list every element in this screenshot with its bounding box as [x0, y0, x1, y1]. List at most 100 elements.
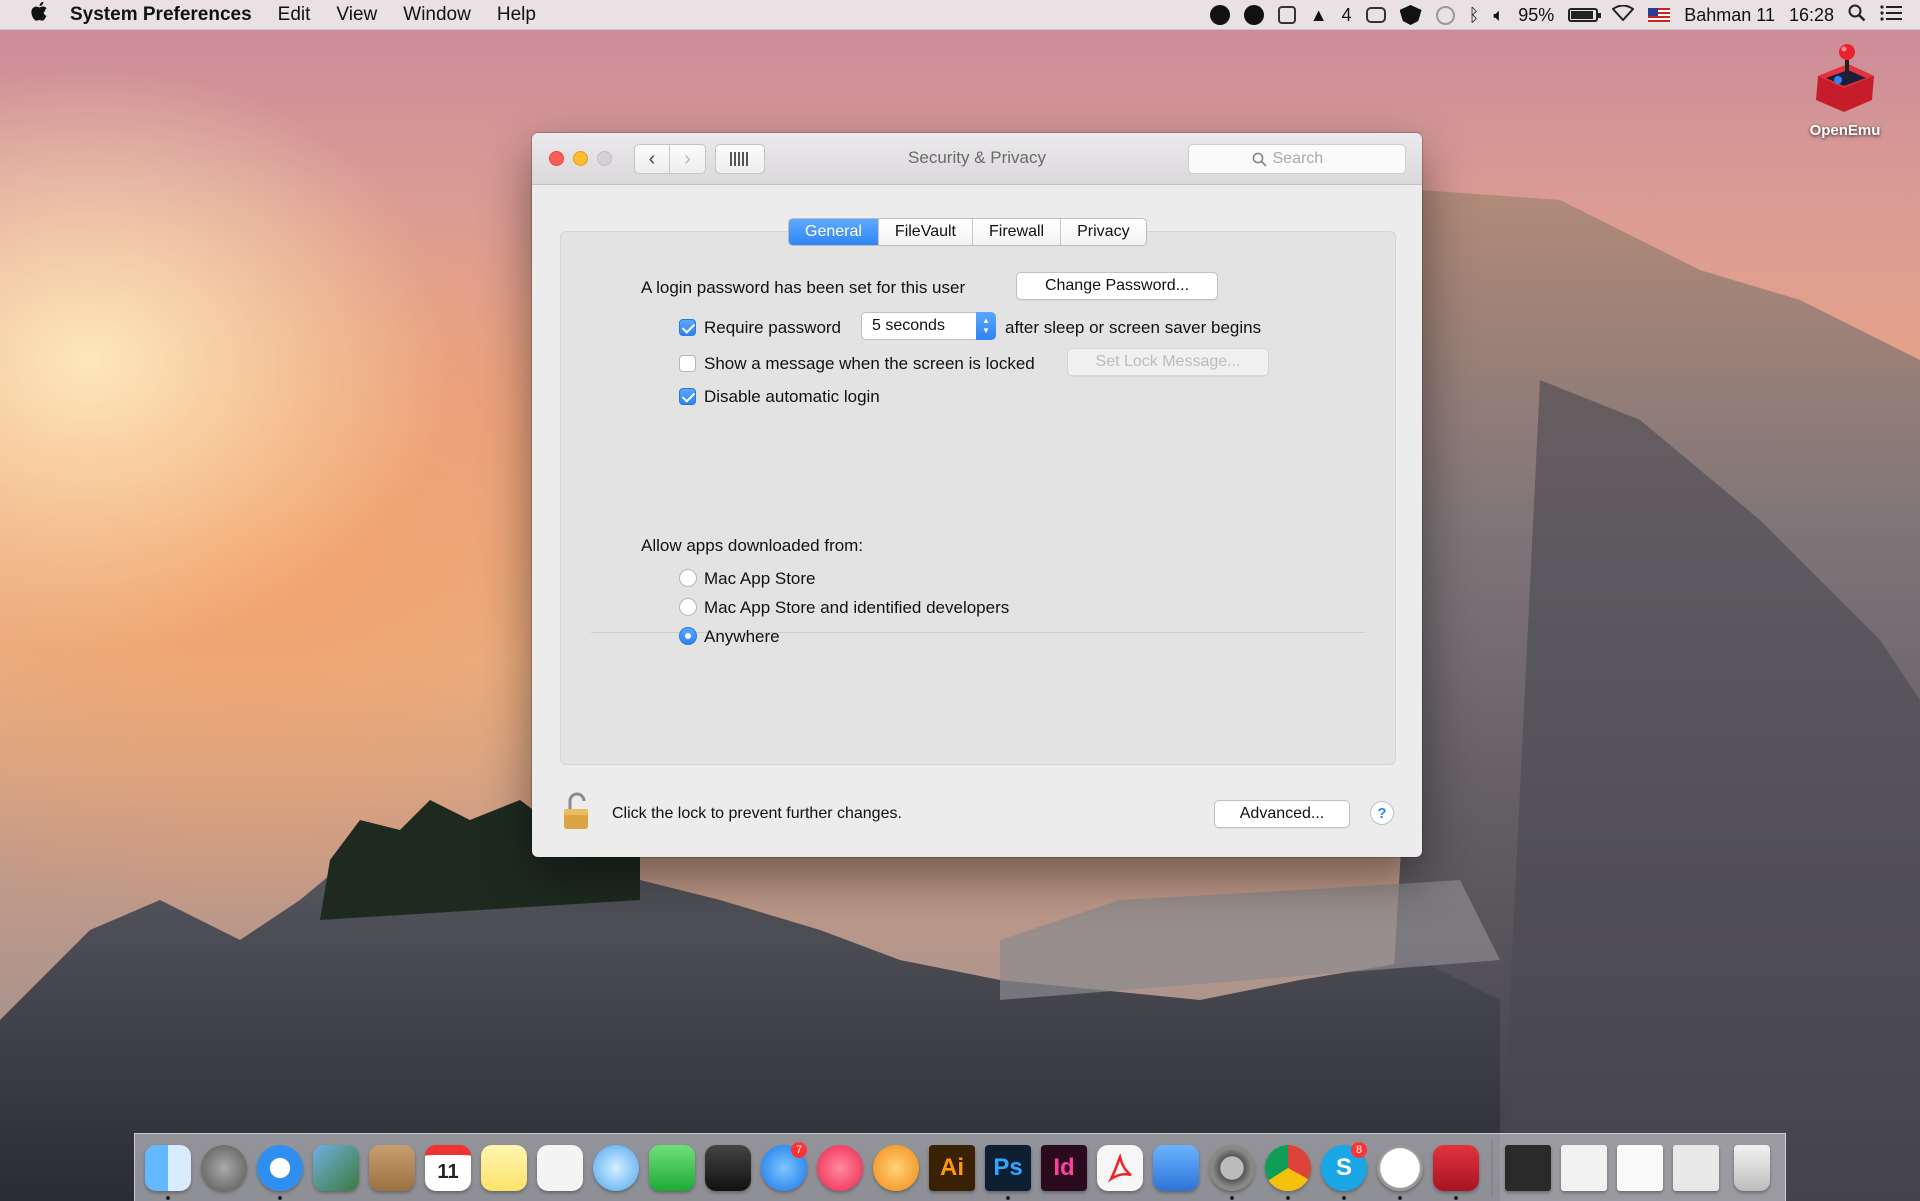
set-lock-message-button[interactable]: Set Lock Message...: [1067, 348, 1269, 376]
running-indicator: [1230, 1195, 1234, 1200]
apple-menu-icon[interactable]: [26, 1, 52, 28]
desktop-icon-openemu[interactable]: OpenEmu: [1800, 42, 1890, 139]
spotlight-search-icon[interactable]: [1848, 4, 1866, 27]
calendar-icon: 11: [425, 1144, 471, 1191]
status-app-icon[interactable]: [1209, 5, 1230, 25]
dock-photo-booth[interactable]: [701, 1140, 755, 1196]
dock-finder[interactable]: [141, 1140, 195, 1200]
allow-apps-heading: Allow apps downloaded from:: [641, 536, 864, 555]
lock-icon[interactable]: [562, 791, 592, 831]
menu-view[interactable]: View: [336, 4, 377, 26]
dock-safari[interactable]: [253, 1140, 307, 1200]
menu-app-name[interactable]: System Preferences: [70, 4, 252, 26]
advanced-button[interactable]: Advanced...: [1214, 800, 1350, 828]
dock-app-store[interactable]: 7: [757, 1140, 811, 1196]
dock-photoshop[interactable]: Ps: [981, 1140, 1035, 1200]
dock-skype[interactable]: S 8: [1317, 1140, 1371, 1200]
desktop-icon-label: OpenEmu: [1809, 122, 1881, 139]
volume-icon[interactable]: 🔈︎: [1493, 5, 1504, 26]
dock-notes[interactable]: [477, 1140, 531, 1196]
status-adobe-icon[interactable]: ▲: [1310, 5, 1328, 26]
dock-chrome[interactable]: [1261, 1140, 1315, 1200]
ibooks-icon: [873, 1144, 919, 1191]
status-sync-icon[interactable]: [1277, 6, 1296, 24]
gear-icon: [1209, 1144, 1255, 1191]
status-m-icon[interactable]: [1243, 5, 1264, 25]
dock-illustrator[interactable]: Ai: [925, 1140, 979, 1196]
require-password-checkbox[interactable]: [679, 319, 696, 336]
acrobat-pdf-icon: [1097, 1144, 1143, 1191]
dock-indesign[interactable]: Id: [1037, 1140, 1091, 1196]
change-password-button[interactable]: Change Password...: [1016, 272, 1218, 300]
openemu-icon: [1808, 42, 1882, 116]
dock-reminders[interactable]: [533, 1140, 587, 1196]
dock-system-preferences[interactable]: [1205, 1140, 1259, 1200]
dock-stack-4[interactable]: [1669, 1140, 1723, 1196]
running-indicator: [1006, 1195, 1010, 1200]
status-chat-icon[interactable]: [1365, 7, 1386, 23]
app-store-badge: 7: [791, 1141, 807, 1158]
tab-general[interactable]: General: [789, 219, 879, 245]
dock-clock[interactable]: [1373, 1140, 1427, 1200]
dock-stack-2[interactable]: [1557, 1140, 1611, 1196]
search-field[interactable]: [1188, 144, 1406, 174]
menu-help[interactable]: Help: [497, 4, 536, 26]
disable-auto-login-label: Disable automatic login: [704, 387, 880, 406]
running-indicator: [278, 1195, 282, 1200]
safari-compass-icon: [257, 1144, 303, 1191]
battery-icon[interactable]: [1568, 8, 1602, 22]
dock-preview[interactable]: [309, 1140, 363, 1196]
status-area: ▲ 4 ᛒ 🔈︎ 95% Bahman 11 16:28: [1209, 0, 1902, 30]
dock-stack-1[interactable]: [1501, 1140, 1555, 1196]
time-machine-icon[interactable]: [1435, 5, 1455, 25]
messages-bubble-icon: [593, 1144, 639, 1191]
running-indicator: [166, 1195, 170, 1200]
dock-acrobat[interactable]: [1093, 1140, 1147, 1196]
wifi-icon[interactable]: [1611, 4, 1635, 26]
disable-auto-login-checkbox[interactable]: [679, 388, 696, 405]
status-notification-count: 4: [1341, 4, 1352, 25]
dock-ibooks[interactable]: [869, 1140, 923, 1196]
tab-firewall[interactable]: Firewall: [972, 219, 1062, 245]
search-input[interactable]: [1272, 150, 1343, 168]
tab-privacy[interactable]: Privacy: [1061, 219, 1146, 245]
facetime-camera-icon: [649, 1144, 695, 1191]
dock: 11 7 Ai Ps Id S 8: [134, 1133, 1786, 1201]
require-password-delay-value: 5 seconds: [872, 317, 945, 334]
dock-facetime[interactable]: [645, 1140, 699, 1196]
window-titlebar[interactable]: ‹ › Security & Privacy: [532, 133, 1422, 185]
menu-edit[interactable]: Edit: [278, 4, 311, 26]
login-password-text: A login password has been set for this u…: [641, 278, 966, 297]
xcode-hammer-icon: [1153, 1144, 1199, 1191]
menubar-time[interactable]: 16:28: [1789, 5, 1834, 26]
dock-launchpad[interactable]: [197, 1140, 251, 1196]
status-shield-icon[interactable]: [1399, 5, 1422, 25]
dock-stack-3[interactable]: [1613, 1140, 1667, 1196]
input-source-flag-icon[interactable]: [1648, 8, 1671, 22]
radio-identified-developers[interactable]: [679, 598, 697, 616]
show-message-checkbox[interactable]: [679, 355, 696, 372]
dock-xcode[interactable]: [1149, 1140, 1203, 1196]
require-password-label: Require password: [704, 318, 842, 337]
radio-anywhere-label: Anywhere: [704, 627, 780, 646]
dock-messages[interactable]: [589, 1140, 643, 1196]
menubar-date[interactable]: Bahman 11: [1684, 5, 1775, 26]
tab-filevault[interactable]: FileVault: [878, 219, 973, 245]
bluetooth-icon[interactable]: ᛒ: [1469, 5, 1480, 26]
indesign-icon: Id: [1041, 1144, 1087, 1191]
notification-center-icon[interactable]: [1880, 4, 1902, 26]
menu-window[interactable]: Window: [403, 4, 471, 26]
dock-contacts[interactable]: [365, 1140, 419, 1196]
dock-openemu[interactable]: [1429, 1140, 1483, 1200]
dock-trash[interactable]: [1725, 1140, 1779, 1196]
notes-icon: [481, 1144, 527, 1191]
require-password-delay-popup[interactable]: 5 seconds ▲ ▼: [861, 312, 996, 340]
popup-arrows-icon: ▲ ▼: [976, 312, 996, 340]
radio-mac-app-store[interactable]: [679, 569, 697, 587]
radio-anywhere[interactable]: [679, 627, 697, 645]
dock-calendar[interactable]: 11: [421, 1140, 475, 1196]
search-icon: [1252, 152, 1267, 167]
help-button[interactable]: ?: [1370, 801, 1394, 825]
security-privacy-window: ‹ › Security & Privacy General FileVault…: [532, 133, 1422, 857]
dock-itunes[interactable]: [813, 1140, 867, 1196]
